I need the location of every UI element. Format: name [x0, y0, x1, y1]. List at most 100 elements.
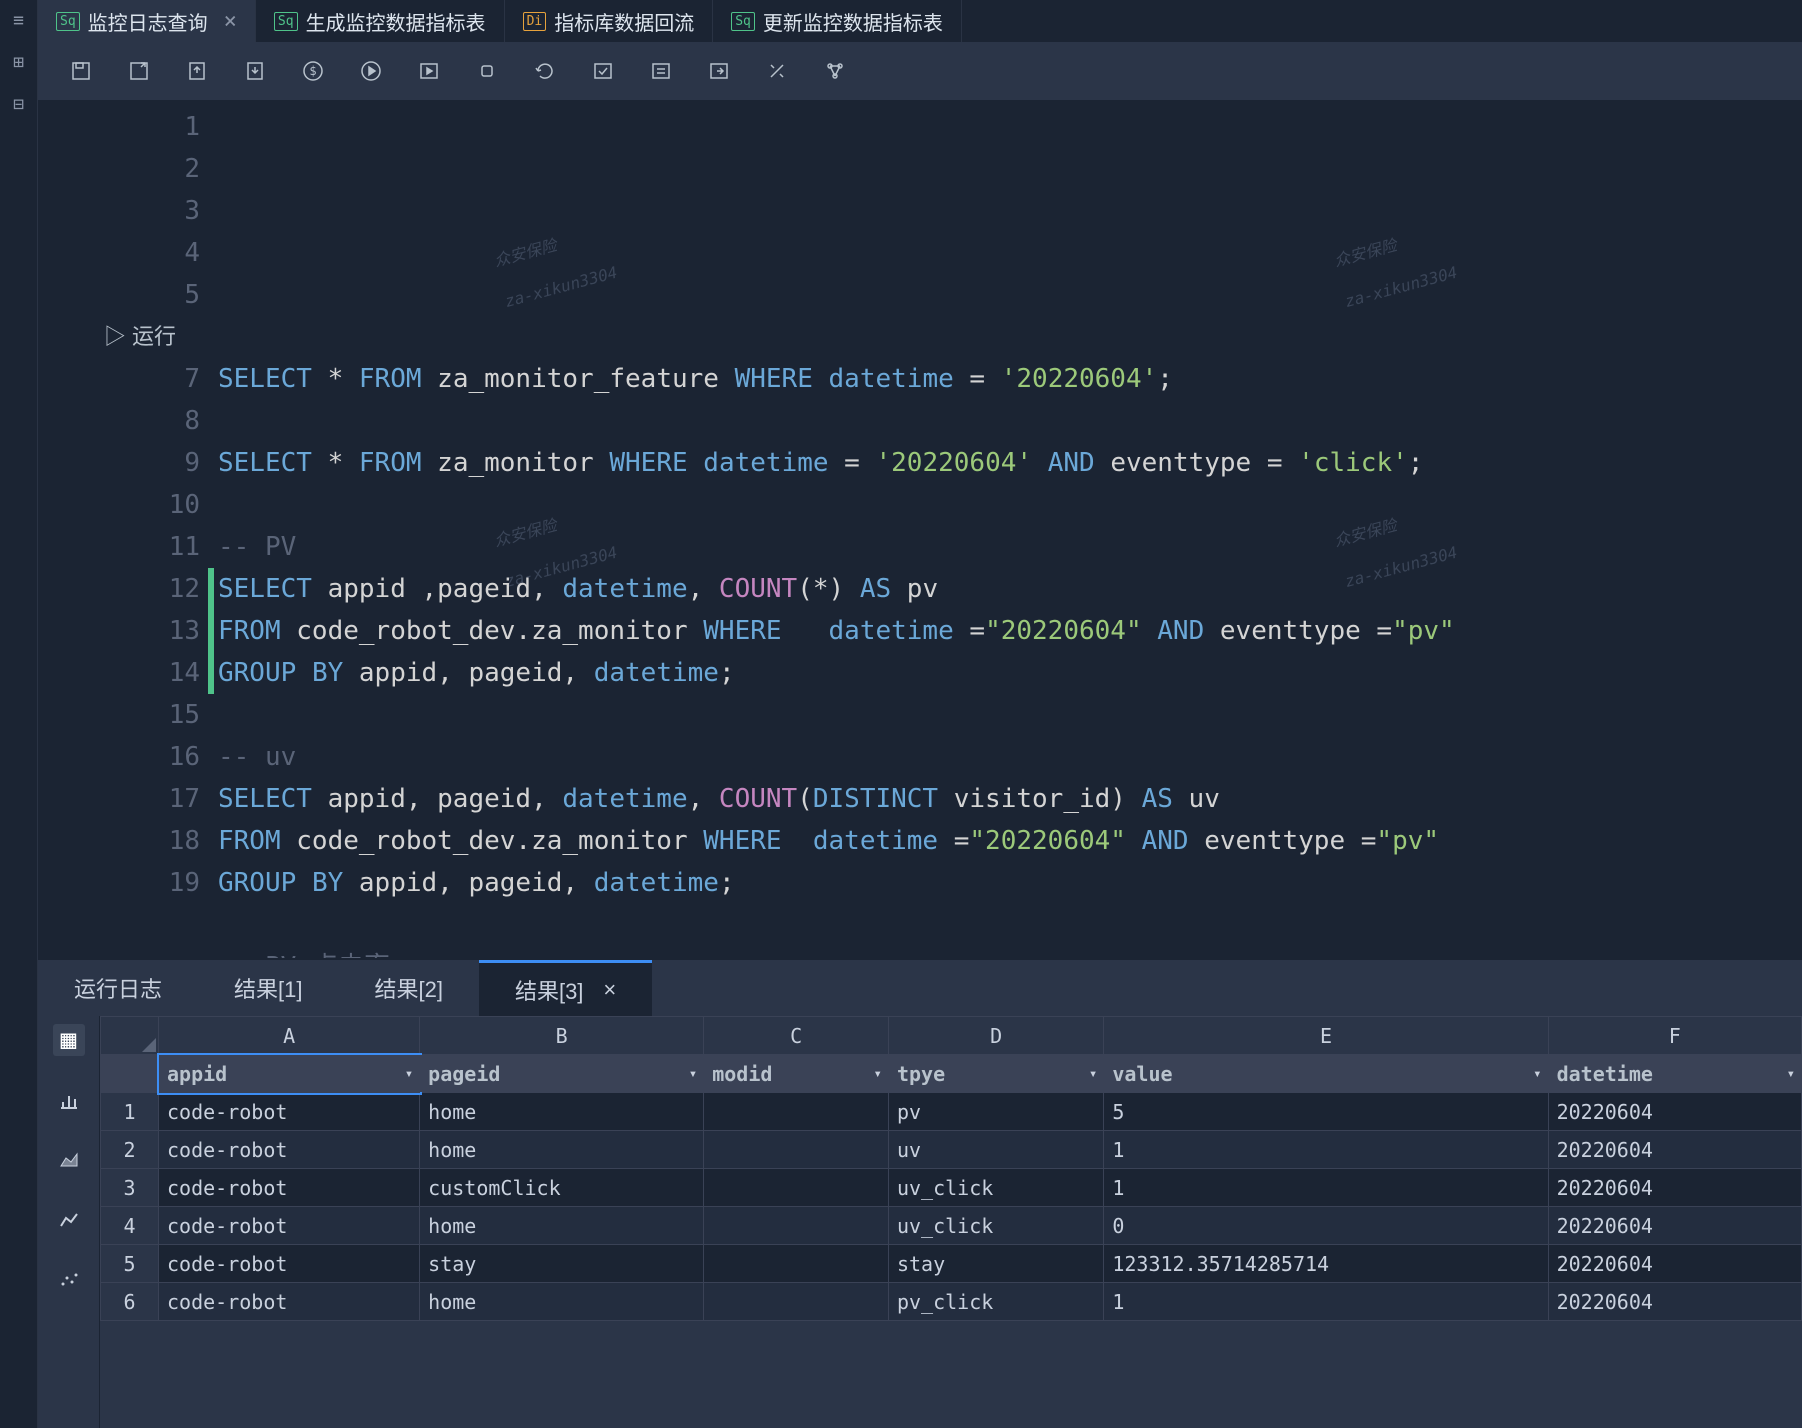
grid-corner[interactable] [101, 1017, 159, 1055]
row-number[interactable]: 2 [101, 1131, 159, 1169]
grid-cell[interactable]: code-robot [159, 1131, 420, 1169]
chevron-down-icon[interactable]: ▾ [874, 1066, 882, 1082]
save-export-icon[interactable] [124, 56, 154, 86]
grid-cell[interactable]: pv_click [888, 1283, 1103, 1321]
editor-tab[interactable]: Sq生成监控数据指标表 [256, 0, 505, 42]
run-icon[interactable] [356, 56, 386, 86]
code-line[interactable]: -- PV [218, 526, 1802, 568]
chevron-down-icon[interactable]: ▾ [689, 1066, 697, 1082]
column-letter[interactable]: E [1104, 1017, 1548, 1055]
column-filter[interactable]: datetime▾ [1548, 1055, 1801, 1093]
column-letter[interactable]: F [1548, 1017, 1801, 1055]
column-letter[interactable]: D [888, 1017, 1103, 1055]
grid-cell[interactable]: customClick [420, 1169, 704, 1207]
column-letter[interactable]: C [704, 1017, 889, 1055]
code-line[interactable]: FROM code_robot_dev.za_monitor WHERE dat… [218, 820, 1802, 862]
export-right-icon[interactable] [704, 56, 734, 86]
area-chart-icon[interactable] [53, 1144, 85, 1176]
check-icon[interactable] [588, 56, 618, 86]
results-grid[interactable]: ABCDEFappid▾pageid▾modid▾tpye▾value▾date… [100, 1016, 1802, 1428]
column-letter[interactable]: B [420, 1017, 704, 1055]
code-line[interactable]: SELECT appid, pageid, datetime, COUNT(DI… [218, 778, 1802, 820]
list-icon[interactable] [646, 56, 676, 86]
chevron-down-icon[interactable]: ▾ [1533, 1066, 1541, 1082]
code-line[interactable] [218, 694, 1802, 736]
grid-cell[interactable]: stay [420, 1245, 704, 1283]
rail-item-3[interactable]: ⊟ [7, 92, 31, 116]
grid-cell[interactable]: 20220604 [1548, 1283, 1801, 1321]
grid-cell[interactable]: uv [888, 1131, 1103, 1169]
grid-cell[interactable]: uv_click [888, 1169, 1103, 1207]
grid-cell[interactable]: pv [888, 1093, 1103, 1131]
code-line[interactable] [218, 484, 1802, 526]
editor-tab[interactable]: Sq监控日志查询× [38, 0, 256, 42]
grid-cell[interactable] [704, 1283, 889, 1321]
close-icon[interactable]: × [224, 9, 237, 34]
tools-icon[interactable] [762, 56, 792, 86]
row-number[interactable]: 4 [101, 1207, 159, 1245]
grid-cell[interactable]: 20220604 [1548, 1245, 1801, 1283]
row-number[interactable]: 6 [101, 1283, 159, 1321]
grid-view-icon[interactable]: ▦ [53, 1024, 85, 1056]
grid-cell[interactable]: 1 [1104, 1131, 1548, 1169]
grid-cell[interactable] [704, 1245, 889, 1283]
column-filter[interactable]: value▾ [1104, 1055, 1548, 1093]
code-line[interactable]: -- uv [218, 736, 1802, 778]
grid-cell[interactable]: code-robot [159, 1283, 420, 1321]
refresh-icon[interactable] [530, 56, 560, 86]
grid-cell[interactable] [704, 1093, 889, 1131]
result-tab[interactable]: 结果[2] [338, 960, 478, 1016]
code-line[interactable]: GROUP BY appid, pageid, datetime; [218, 652, 1802, 694]
scatter-chart-icon[interactable] [53, 1264, 85, 1296]
result-tab[interactable]: 结果[1] [198, 960, 338, 1016]
grid-cell[interactable]: home [420, 1283, 704, 1321]
chevron-down-icon[interactable]: ▾ [1787, 1066, 1795, 1082]
column-filter[interactable]: tpye▾ [888, 1055, 1103, 1093]
close-icon[interactable]: × [603, 977, 616, 1003]
run-gutter-button[interactable]: ▷ 运行 [104, 316, 176, 358]
column-filter[interactable]: modid▾ [704, 1055, 889, 1093]
grid-cell[interactable]: 20220604 [1548, 1207, 1801, 1245]
grid-cell[interactable]: 123312.35714285714 [1104, 1245, 1548, 1283]
grid-cell[interactable]: code-robot [159, 1093, 420, 1131]
chevron-down-icon[interactable]: ▾ [1089, 1066, 1097, 1082]
code-line[interactable] [218, 400, 1802, 442]
code-editor[interactable]: 12345▷ 运行78910111213141516171819 众安保险za-… [38, 100, 1802, 958]
grid-cell[interactable]: 20220604 [1548, 1169, 1801, 1207]
editor-tab[interactable]: Sq更新监控数据指标表 [713, 0, 962, 42]
rail-item-2[interactable]: ⊞ [7, 50, 31, 74]
grid-cell[interactable]: uv_click [888, 1207, 1103, 1245]
code-line[interactable]: FROM code_robot_dev.za_monitor WHERE dat… [218, 610, 1802, 652]
import-icon[interactable] [182, 56, 212, 86]
column-filter[interactable]: pageid▾ [420, 1055, 704, 1093]
grid-cell[interactable]: code-robot [159, 1169, 420, 1207]
bar-chart-icon[interactable] [53, 1084, 85, 1116]
grid-cell[interactable]: code-robot [159, 1245, 420, 1283]
rail-item-1[interactable]: ≡ [7, 8, 31, 32]
grid-cell[interactable]: code-robot [159, 1207, 420, 1245]
code-line[interactable]: SELECT appid ,pageid, datetime, COUNT(*)… [218, 568, 1802, 610]
grid-cell[interactable]: 20220604 [1548, 1093, 1801, 1131]
chevron-down-icon[interactable]: ▾ [405, 1066, 413, 1082]
column-filter[interactable]: appid▾ [159, 1055, 420, 1093]
grid-cell[interactable]: home [420, 1093, 704, 1131]
line-chart-icon[interactable] [53, 1204, 85, 1236]
grid-cell[interactable] [704, 1207, 889, 1245]
grid-cell[interactable]: 1 [1104, 1169, 1548, 1207]
grid-cell[interactable] [704, 1131, 889, 1169]
grid-cell[interactable]: 0 [1104, 1207, 1548, 1245]
grid-cell[interactable]: stay [888, 1245, 1103, 1283]
code-line[interactable]: GROUP BY appid, pageid, datetime; [218, 862, 1802, 904]
grid-cell[interactable]: home [420, 1207, 704, 1245]
editor-tab[interactable]: Di指标库数据回流 [505, 0, 714, 42]
code-line[interactable]: SELECT * FROM za_monitor WHERE datetime … [218, 442, 1802, 484]
stop-icon[interactable] [472, 56, 502, 86]
run-selection-icon[interactable] [414, 56, 444, 86]
save-icon[interactable] [66, 56, 96, 86]
export-icon[interactable] [240, 56, 270, 86]
code-line[interactable]: SELECT * FROM za_monitor_feature WHERE d… [218, 358, 1802, 400]
row-number[interactable]: 3 [101, 1169, 159, 1207]
grid-cell[interactable]: 20220604 [1548, 1131, 1801, 1169]
cost-icon[interactable]: $ [298, 56, 328, 86]
code-line[interactable]: -- PV 点击率 [218, 946, 1802, 958]
